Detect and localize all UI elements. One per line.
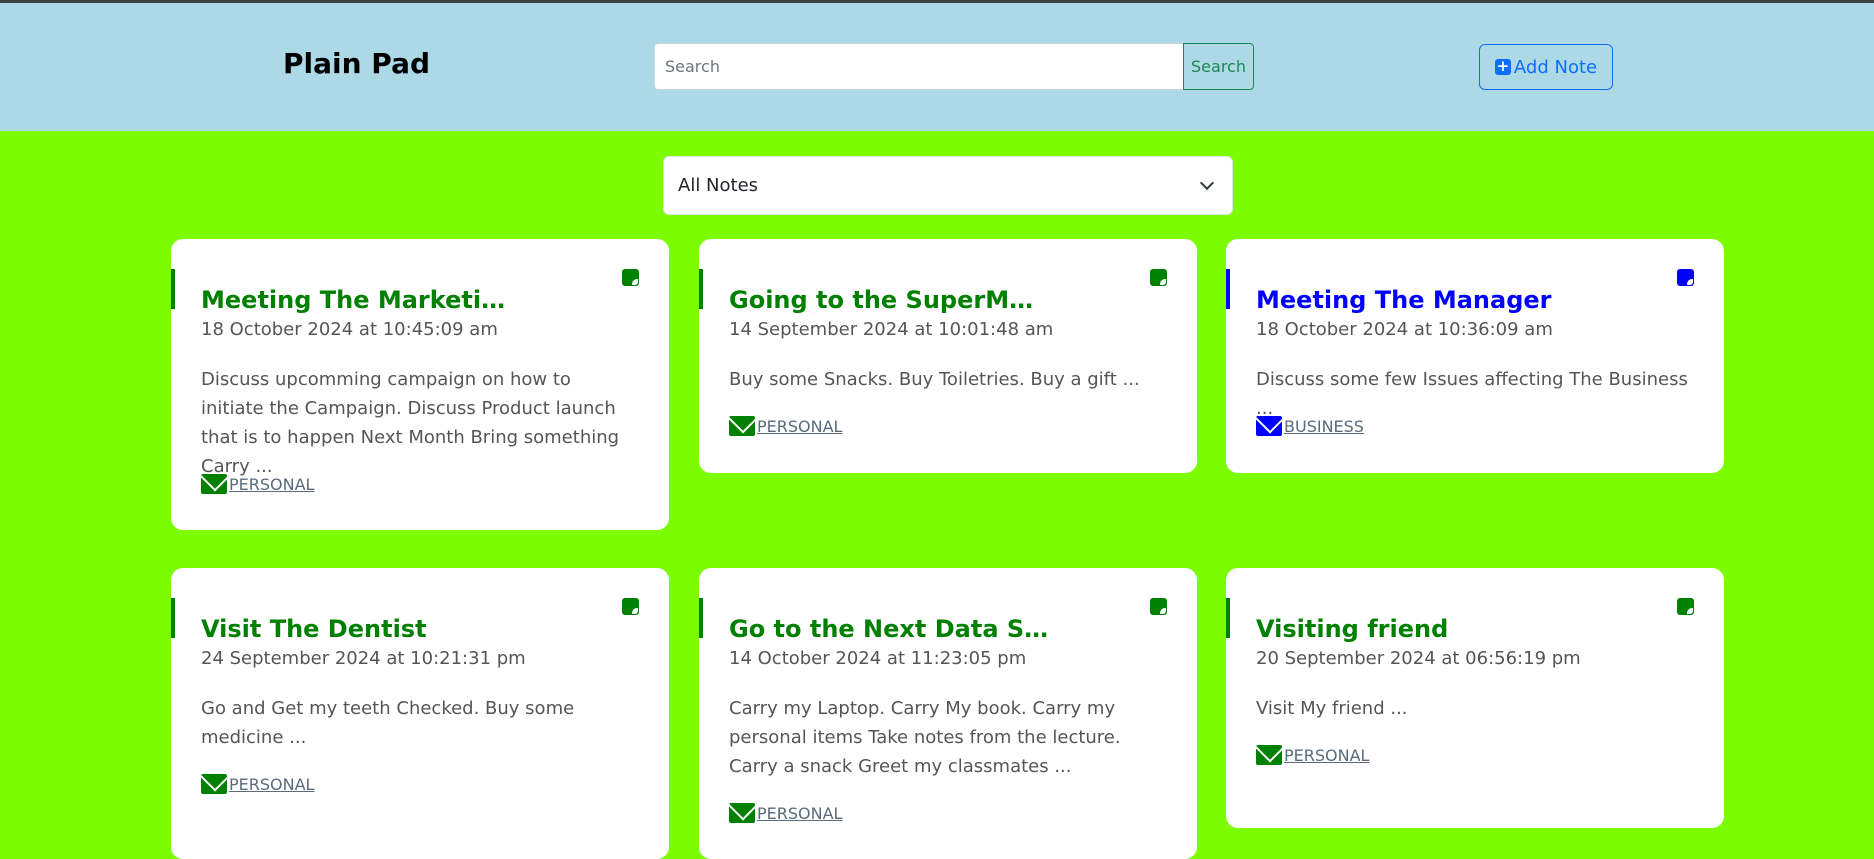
app-title: Plain Pad (283, 47, 430, 80)
note-tag: PERSONAL (201, 774, 314, 794)
note-tag: PERSONAL (1256, 745, 1369, 765)
note-body: Go and Get my teeth Checked. Buy some me… (201, 698, 575, 748)
note-body: Discuss upcomming campaign on how to ini… (201, 369, 620, 477)
note-card[interactable]: Going to the SuperMarket 14 September 20… (699, 239, 1197, 473)
add-note-label: Add Note (1513, 56, 1598, 78)
note-card[interactable]: Meeting The Manager 18 October 2024 at 1… (1226, 239, 1724, 473)
note-card[interactable]: Visit The Dentist 24 September 2024 at 1… (171, 568, 669, 859)
note-accent-bar (171, 598, 175, 638)
sticky-note-icon[interactable] (1150, 269, 1167, 286)
envelope-icon (729, 803, 755, 823)
tag-link-business[interactable]: BUSINESS (1284, 417, 1364, 436)
note-tag: PERSONAL (729, 416, 842, 436)
note-body: Visit My friend ... (1256, 698, 1408, 719)
note-card[interactable]: Visiting friend 20 September 2024 at 06:… (1226, 568, 1724, 828)
envelope-icon (729, 416, 755, 436)
tag-link-personal[interactable]: PERSONAL (229, 475, 314, 494)
note-accent-bar (699, 598, 703, 638)
top-navbar: Plain Pad Search + Add Note (0, 3, 1874, 131)
note-body: Discuss some few Issues affecting The Bu… (1256, 369, 1688, 419)
note-date: 14 October 2024 at 11:23:05 pm (729, 648, 1027, 669)
tag-link-personal[interactable]: PERSONAL (757, 804, 842, 823)
note-card[interactable]: Go to the Next Data Struct... 14 October… (699, 568, 1197, 859)
envelope-icon (201, 774, 227, 794)
note-accent-bar (1226, 269, 1230, 309)
tag-link-personal[interactable]: PERSONAL (757, 417, 842, 436)
category-filter-select[interactable]: All Notes (663, 156, 1233, 215)
envelope-icon (1256, 745, 1282, 765)
note-accent-bar (699, 269, 703, 309)
sticky-note-icon[interactable] (1677, 598, 1694, 615)
note-accent-bar (171, 269, 175, 309)
note-title[interactable]: Meeting The Marketing Team (201, 286, 521, 314)
sticky-note-icon[interactable] (1677, 269, 1694, 286)
search-form: Search (654, 43, 1254, 90)
note-accent-bar (1226, 598, 1230, 638)
note-title[interactable]: Go to the Next Data Struct... (729, 615, 1049, 643)
envelope-icon (201, 474, 227, 494)
note-date: 18 October 2024 at 10:45:09 am (201, 319, 498, 340)
note-tag: BUSINESS (1256, 416, 1364, 436)
note-title[interactable]: Meeting The Manager (1256, 286, 1552, 314)
note-body: Carry my Laptop. Carry My book. Carry my… (729, 698, 1121, 777)
plus-square-icon: + (1494, 57, 1511, 75)
note-tag: PERSONAL (201, 474, 314, 494)
note-card[interactable]: Meeting The Marketing Team 18 October 20… (171, 239, 669, 530)
add-note-button[interactable]: + Add Note (1479, 44, 1613, 90)
note-body: Buy some Snacks. Buy Toiletries. Buy a g… (729, 369, 1140, 390)
sticky-note-icon[interactable] (622, 269, 639, 286)
note-tag: PERSONAL (729, 803, 842, 823)
tag-link-personal[interactable]: PERSONAL (229, 775, 314, 794)
note-date: 14 September 2024 at 10:01:48 am (729, 319, 1054, 340)
envelope-icon (1256, 416, 1282, 436)
note-date: 24 September 2024 at 10:21:31 pm (201, 648, 526, 669)
note-title[interactable]: Going to the SuperMarket (729, 286, 1049, 314)
search-input[interactable] (654, 43, 1183, 90)
sticky-note-icon[interactable] (622, 598, 639, 615)
chevron-down-icon (1199, 175, 1215, 190)
tag-link-personal[interactable]: PERSONAL (1284, 746, 1369, 765)
note-title[interactable]: Visiting friend (1256, 615, 1448, 643)
category-filter-value: All Notes (678, 175, 759, 196)
note-date: 18 October 2024 at 10:36:09 am (1256, 319, 1553, 340)
search-button[interactable]: Search (1183, 43, 1254, 90)
sticky-note-icon[interactable] (1150, 598, 1167, 615)
note-date: 20 September 2024 at 06:56:19 pm (1256, 648, 1581, 669)
note-title[interactable]: Visit The Dentist (201, 615, 427, 643)
